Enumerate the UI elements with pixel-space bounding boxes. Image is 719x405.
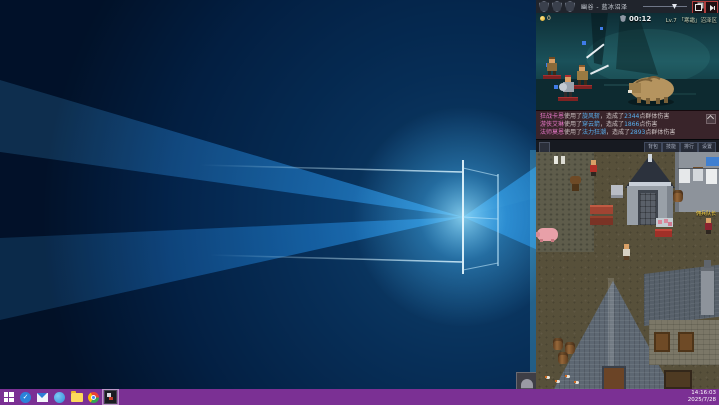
meat-table [590, 205, 613, 214]
zone-label: Lv.7 「寒霜」沼泽区 [666, 16, 717, 24]
hanging-barrel [673, 190, 683, 202]
chicken-sprite [566, 375, 570, 378]
chicken-sprite [546, 376, 550, 379]
popout-icon [695, 4, 702, 11]
house-window [678, 332, 694, 352]
chicken-sprite [575, 381, 579, 384]
mercenary-npc [704, 218, 713, 234]
clock-date: 2025/7/28 [688, 397, 716, 404]
laundry-cloth [693, 169, 703, 181]
blue-sign [706, 157, 719, 166]
taskbar-app-mail[interactable] [34, 389, 51, 405]
guild-badge-icon [552, 1, 562, 12]
chimney-tower [701, 267, 714, 315]
taskbar: ✓ 14:16:03 2025/7/28 [0, 389, 719, 405]
crate [656, 218, 673, 227]
exit-icon [710, 5, 714, 11]
roof-finial [648, 154, 652, 162]
battle-timer: 00:12 [629, 15, 651, 23]
guild-badge-icon [539, 1, 549, 12]
game-launcher-icon [104, 390, 117, 404]
coin-count: 0 [547, 15, 551, 22]
mail-icon [37, 393, 48, 402]
town-window[interactable]: 佣兵队长 [536, 152, 719, 389]
battle-titlebar[interactable]: 幽谷 - 蓝冰沼泽 [536, 0, 719, 14]
villager-npc [622, 244, 631, 260]
hanging-cloth [611, 185, 623, 198]
lattice-door [640, 193, 656, 225]
timer-shield-icon [620, 15, 626, 22]
log-line: 狂战卡恩使用了旋风斩，造成了2344点群体伤害 [536, 113, 719, 121]
coin-icon [540, 16, 545, 21]
barrel [558, 352, 568, 364]
chrome-icon [88, 392, 99, 403]
house-window [654, 332, 670, 352]
taskbar-app-explorer[interactable] [68, 389, 85, 405]
desktop: 幽谷 - 蓝冰沼泽 [0, 0, 719, 405]
roof-ridge [608, 278, 614, 378]
battle-canvas [536, 13, 719, 110]
taskbar-app-tim[interactable]: ✓ [17, 389, 34, 405]
bottle-prop [554, 156, 558, 164]
battle-log[interactable]: 狂战卡恩使用了旋风斩，造成了2344点群体伤害 游侠艾琳使用了穿云箭，造成了18… [536, 110, 719, 139]
barrel [553, 338, 563, 350]
laundry-cloth [706, 169, 717, 184]
windows-logo-icon [4, 392, 14, 402]
battle-scene[interactable]: 0 00:12 Lv.7 「寒霜」沼泽区 [536, 13, 719, 110]
file-explorer-icon [71, 393, 83, 402]
taskbar-app-browser[interactable] [51, 389, 68, 405]
pot-stand [572, 184, 579, 191]
guild-badge-icon [565, 1, 575, 12]
barn-gates [664, 370, 692, 389]
volume-slider[interactable] [643, 6, 687, 7]
pig-sprite [537, 228, 558, 241]
meat-table [590, 216, 613, 225]
battle-toolbar: 背包 技能 排行 设置 [536, 139, 719, 153]
chicken-sprite [556, 380, 560, 383]
dormer-door [602, 366, 626, 389]
chimney-pot [704, 260, 711, 268]
clock-time: 14:16:03 [688, 390, 716, 397]
red-crate [655, 229, 672, 237]
tim-icon: ✓ [20, 392, 31, 403]
battle-title: 幽谷 - 蓝冰沼泽 [581, 2, 627, 11]
laundry-cloth [679, 169, 690, 183]
log-line: 法师莫恩使用了法力狂潮，造成了2893点群体伤害 [536, 129, 719, 137]
battle-window: 幽谷 - 蓝冰沼泽 [536, 0, 719, 152]
npc-nametag: 佣兵队长 [696, 210, 716, 217]
slider-handle-icon[interactable] [672, 4, 677, 9]
pot-prop [570, 176, 581, 184]
taskbar-app-chrome[interactable] [85, 389, 102, 405]
start-button[interactable] [0, 389, 17, 405]
butcher-npc [589, 160, 598, 176]
log-line: 游侠艾琳使用了穿云箭，造成了1866点伤害 [536, 121, 719, 129]
bottle-prop [561, 156, 565, 164]
taskbar-app-game-active[interactable] [102, 389, 119, 405]
taskbar-clock[interactable]: 14:16:03 2025/7/28 [688, 390, 719, 404]
bird-browser-icon [54, 392, 65, 403]
expand-icon[interactable] [706, 114, 716, 124]
